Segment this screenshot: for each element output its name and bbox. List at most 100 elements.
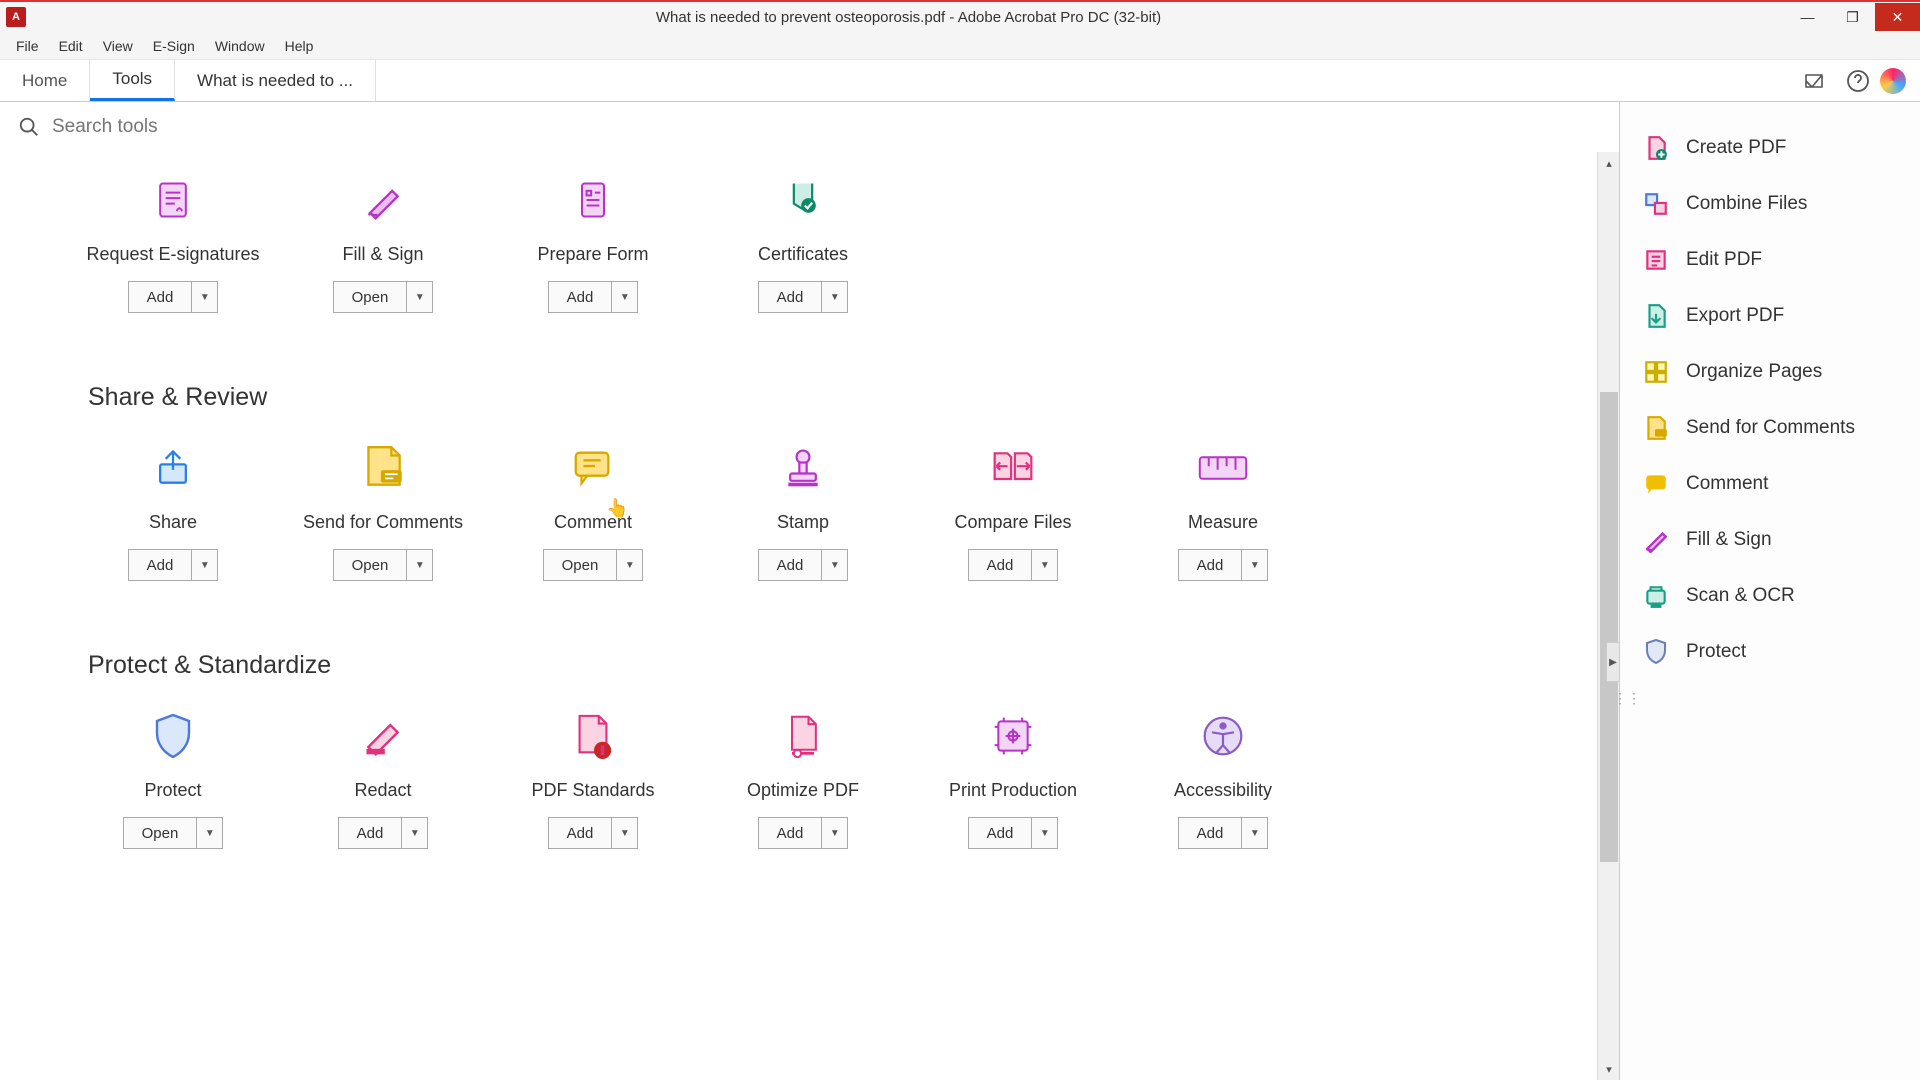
tool-action-button[interactable]: Open▼ (543, 549, 644, 581)
tool-label: Print Production (949, 780, 1077, 801)
menu-window[interactable]: Window (205, 36, 275, 56)
tool-print-production[interactable]: Print Production Add▼ (908, 706, 1118, 849)
rail-export-pdf[interactable]: Export PDF (1620, 288, 1920, 344)
measure-icon (1193, 438, 1253, 498)
window-close-button[interactable]: ✕ (1875, 3, 1920, 31)
menu-esign[interactable]: E-Sign (143, 36, 205, 56)
tool-action-button[interactable]: Open▼ (333, 549, 434, 581)
menu-help[interactable]: Help (275, 36, 324, 56)
rail-grip-icon: ⋮⋮ (1613, 690, 1641, 707)
scroll-up-button[interactable]: ▴ (1598, 152, 1619, 174)
tool-action-button[interactable]: Add▼ (968, 549, 1059, 581)
chevron-down-icon[interactable]: ▼ (1031, 818, 1057, 848)
help-icon[interactable] (1836, 60, 1880, 101)
tool-measure[interactable]: Measure Add▼ (1118, 438, 1328, 581)
rail-edit-pdf[interactable]: Edit PDF (1620, 232, 1920, 288)
chevron-down-icon[interactable]: ▼ (406, 550, 432, 580)
window-minimize-button[interactable]: — (1785, 3, 1830, 31)
tab-home[interactable]: Home (0, 60, 90, 101)
rail-scan-ocr[interactable]: Scan & OCR (1620, 568, 1920, 624)
tool-label: Protect (144, 780, 201, 801)
chevron-down-icon[interactable]: ▼ (1241, 550, 1267, 580)
tool-label: Request E-signatures (86, 244, 259, 265)
tool-action-button[interactable]: Add▼ (338, 817, 429, 849)
rail-create-pdf[interactable]: Create PDF (1620, 120, 1920, 176)
comment-icon (563, 438, 623, 498)
menubar: File Edit View E-Sign Window Help (0, 32, 1920, 60)
tab-document[interactable]: What is needed to ... (175, 60, 376, 101)
chevron-down-icon[interactable]: ▼ (821, 818, 847, 848)
rail-protect[interactable]: Protect (1620, 624, 1920, 680)
tool-compare-files[interactable]: Compare Files Add▼ (908, 438, 1118, 581)
tool-share[interactable]: Share Add▼ (68, 438, 278, 581)
chevron-down-icon[interactable]: ▼ (611, 818, 637, 848)
tool-pdf-standards[interactable]: i PDF Standards Add▼ (488, 706, 698, 849)
menu-edit[interactable]: Edit (49, 36, 93, 56)
search-input[interactable] (52, 116, 652, 138)
tool-label: PDF Standards (531, 780, 654, 801)
search-icon (18, 116, 40, 138)
tool-action-button[interactable]: Add▼ (1178, 817, 1269, 849)
chevron-down-icon[interactable]: ▼ (406, 282, 432, 312)
rail-send-for-comments[interactable]: Send for Comments (1620, 400, 1920, 456)
tool-label: Fill & Sign (342, 244, 423, 265)
user-avatar[interactable] (1880, 68, 1906, 94)
compare-files-icon (983, 438, 1043, 498)
rail-comment[interactable]: Comment (1620, 456, 1920, 512)
rail-combine-files[interactable]: Combine Files (1620, 176, 1920, 232)
rail-organize-pages[interactable]: Organize Pages (1620, 344, 1920, 400)
tool-fill-sign[interactable]: Fill & Sign Open▼ (278, 170, 488, 313)
scrollbar-thumb[interactable] (1600, 392, 1618, 862)
tool-redact[interactable]: Redact Add▼ (278, 706, 488, 849)
scroll-down-button[interactable]: ▾ (1598, 1058, 1619, 1080)
tool-action-button[interactable]: Add▼ (548, 817, 639, 849)
tool-accessibility[interactable]: Accessibility Add▼ (1118, 706, 1328, 849)
comment-rail-icon (1642, 470, 1670, 498)
rail-label: Organize Pages (1686, 361, 1822, 383)
share-icon (143, 438, 203, 498)
vertical-scrollbar[interactable]: ▴ ▾ (1597, 152, 1619, 1080)
tool-send-for-comments[interactable]: Send for Comments Open▼ (278, 438, 488, 581)
accessibility-icon (1193, 706, 1253, 766)
tool-action-button[interactable]: Add▼ (968, 817, 1059, 849)
tool-protect[interactable]: Protect Open▼ (68, 706, 278, 849)
chevron-down-icon[interactable]: ▼ (616, 550, 642, 580)
chevron-down-icon[interactable]: ▼ (196, 818, 222, 848)
tool-optimize-pdf[interactable]: Optimize PDF Add▼ (698, 706, 908, 849)
tool-certificates[interactable]: Certificates Add▼ (698, 170, 908, 313)
combine-files-icon (1642, 190, 1670, 218)
menu-file[interactable]: File (6, 36, 49, 56)
tool-action-button[interactable]: Add▼ (1178, 549, 1269, 581)
tool-action-button[interactable]: Add▼ (758, 549, 849, 581)
tool-action-button[interactable]: Add▼ (548, 281, 639, 313)
tool-stamp[interactable]: Stamp Add▼ (698, 438, 908, 581)
menu-view[interactable]: View (93, 36, 143, 56)
rail-collapse-handle[interactable]: ▶ (1606, 642, 1620, 682)
rail-fill-sign[interactable]: Fill & Sign (1620, 512, 1920, 568)
tool-comment[interactable]: Comment Open▼ 👆 (488, 438, 698, 581)
chevron-down-icon[interactable]: ▼ (401, 818, 427, 848)
notifications-icon[interactable] (1792, 60, 1836, 101)
tool-label: Accessibility (1174, 780, 1272, 801)
chevron-down-icon[interactable]: ▼ (191, 282, 217, 312)
tool-action-button[interactable]: Open▼ (333, 281, 434, 313)
tool-label: Comment (554, 512, 632, 533)
svg-text:i: i (601, 745, 604, 757)
tool-action-button[interactable]: Add▼ (758, 817, 849, 849)
chevron-down-icon[interactable]: ▼ (611, 282, 637, 312)
window-maximize-button[interactable]: ❐ (1830, 3, 1875, 31)
chevron-down-icon[interactable]: ▼ (1241, 818, 1267, 848)
chevron-down-icon[interactable]: ▼ (191, 550, 217, 580)
chevron-down-icon[interactable]: ▼ (1031, 550, 1057, 580)
tool-action-button[interactable]: Add▼ (128, 281, 219, 313)
tool-action-button[interactable]: Add▼ (758, 281, 849, 313)
tool-action-button[interactable]: Add▼ (128, 549, 219, 581)
chevron-down-icon[interactable]: ▼ (821, 550, 847, 580)
tab-tools[interactable]: Tools (90, 60, 175, 101)
tool-prepare-form[interactable]: Prepare Form Add▼ (488, 170, 698, 313)
tool-action-button[interactable]: Open▼ (123, 817, 224, 849)
tool-request-esignatures[interactable]: Request E-signatures Add▼ (68, 170, 278, 313)
tools-panel: Request E-signatures Add▼ Fill & Sign Op… (0, 102, 1620, 1080)
fill-sign-icon (353, 170, 413, 230)
chevron-down-icon[interactable]: ▼ (821, 282, 847, 312)
